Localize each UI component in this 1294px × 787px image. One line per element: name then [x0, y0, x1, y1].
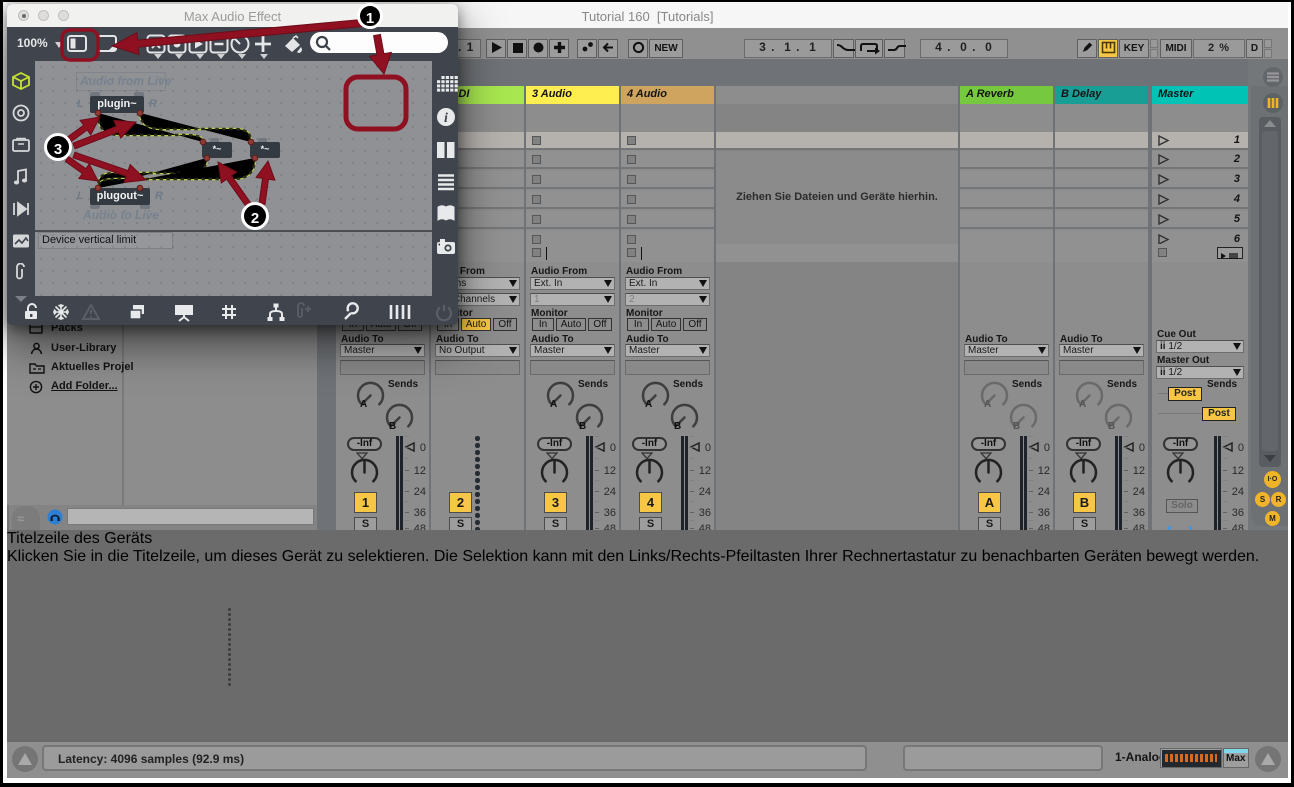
svg-text:i: i: [444, 111, 448, 126]
